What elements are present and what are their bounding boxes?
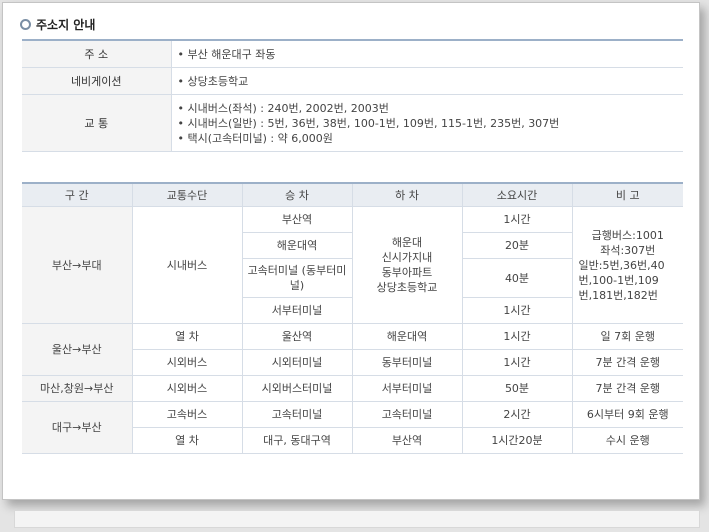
route-boarding: 시외터미널 (241, 349, 353, 376)
section-title: 주소지 안내 (36, 17, 96, 32)
route-means: 시외버스 (132, 349, 243, 376)
info-value: • 상당초등학교 (177, 74, 249, 88)
info-value: • 부산 해운대구 좌동 (177, 47, 276, 61)
info-value: • 택시(고속터미널) : 약 6,000원 (177, 131, 333, 145)
route-time: 2시간 (461, 401, 573, 428)
route-means: 고속버스 (131, 401, 243, 428)
route-boarding: 대구, 동대구역 (241, 427, 353, 454)
route-destination: 서부터미널 (351, 375, 463, 402)
destination-line: 상당초등학교 (376, 281, 438, 294)
info-label: 주 소 (22, 40, 172, 68)
info-row-address: 주 소 • 부산 해운대구 좌동 (22, 40, 683, 68)
column-header: 구 간 (22, 183, 133, 207)
column-header: 교통수단 (131, 183, 243, 207)
info-value: • 시내버스(좌석) : 240번, 2002번, 2003번 (177, 101, 389, 115)
route-note: 6시부터 9회 운행 (571, 401, 683, 428)
column-header: 소요시간 (461, 183, 573, 207)
table-row: 울산→부산 열 차 울산역 해운대역 1시간 일 7회 운행 (22, 323, 683, 376)
route-means: 시외버스 (131, 375, 243, 402)
content-frame: 주소지 안내 주 소 • 부산 해운대구 좌동 네비게이션 • 상당초등학교 교… (2, 2, 700, 500)
route-destination: 부산역 (351, 427, 463, 454)
note-line: 일반:5번,36번,40번,100-1번,109번,181번,182번 (578, 258, 665, 302)
route-section: 대구→부산 (22, 401, 133, 454)
route-note: 일 7회 운행 (571, 323, 683, 350)
route-destination: 고속터미널 (351, 401, 463, 428)
destination-line: 신시가지내 (381, 251, 433, 264)
table-row: 부산→부대 시내버스 부산역 해운대 신시가지내 동부아파트 상당초등학교 1시… (22, 206, 683, 324)
bullet-circle-icon (20, 18, 31, 30)
destination-line: 해운대 (391, 236, 423, 249)
route-boarding: 부산역 (241, 206, 353, 233)
column-header: 하 차 (351, 183, 463, 207)
route-section: 울산→부산 (22, 323, 133, 376)
route-time: 1시간20분 (461, 427, 573, 454)
route-note: 급행버스:1001 좌석:307번 일반:5번,36번,40번,100-1번,1… (571, 206, 683, 324)
route-boarding: 울산역 (241, 323, 353, 350)
table-row: 대구→부산 고속버스 고속터미널 고속터미널 2시간 6시부터 9회 운행 (22, 401, 683, 454)
info-value: • 시내버스(일반) : 5번, 36번, 38번, 100-1번, 109번,… (177, 116, 560, 130)
info-row-navigation: 네비게이션 • 상당초등학교 (22, 67, 683, 95)
column-header: 비 고 (571, 183, 683, 207)
route-header-row: 구 간 교통수단 승 차 하 차 소요시간 비 고 (22, 183, 683, 207)
table-row: 마산,창원→부산 시외버스 시외버스터미널 서부터미널 50분 7분 간격 운행 (22, 375, 683, 402)
bottom-panel (14, 510, 700, 528)
route-note: 7분 간격 운행 (571, 375, 683, 402)
route-section: 마산,창원→부산 (22, 375, 133, 402)
route-destination: 해운대 신시가지내 동부아파트 상당초등학교 (351, 206, 463, 324)
address-info-table: 주 소 • 부산 해운대구 좌동 네비게이션 • 상당초등학교 교 통 • 시내… (22, 39, 683, 152)
route-means: 시내버스 (131, 206, 243, 324)
route-boarding: 시외버스터미널 (241, 375, 353, 402)
route-time: 1시간 (461, 323, 573, 350)
info-label: 네비게이션 (22, 67, 172, 95)
route-note: 수시 운행 (571, 427, 683, 454)
route-boarding: 고속터미널 (241, 401, 353, 428)
route-note: 7분 간격 운행 (571, 349, 683, 376)
column-header: 승 차 (241, 183, 353, 207)
route-time: 1시간 (461, 297, 572, 324)
route-boarding: 해운대역 (242, 232, 353, 259)
route-time: 50분 (461, 375, 573, 402)
route-section: 부산→부대 (22, 206, 133, 324)
info-row-transport: 교 통 • 시내버스(좌석) : 240번, 2002번, 2003번 • 시내… (22, 94, 683, 152)
route-destination: 동부터미널 (351, 349, 463, 376)
note-line: 급행버스:1001 (591, 228, 664, 242)
route-means: 열 차 (131, 323, 243, 350)
route-time: 20분 (461, 232, 572, 259)
route-time: 1시간 (461, 349, 573, 376)
route-boarding: 서부터미널 (242, 297, 353, 324)
note-line: 좌석:307번 (600, 243, 656, 257)
route-destination: 해운대역 (351, 323, 463, 350)
route-table: 구 간 교통수단 승 차 하 차 소요시간 비 고 부산→부대 시내버스 부산역… (22, 182, 683, 454)
route-time: 1시간 (461, 206, 573, 233)
section-header: 주소지 안내 (20, 15, 95, 33)
route-means: 열 차 (132, 427, 243, 454)
destination-line: 동부아파트 (381, 266, 433, 279)
route-boarding: 고속터미널 (동부터미널) (242, 258, 353, 298)
info-label: 교 통 (22, 94, 172, 152)
route-time: 40분 (461, 258, 572, 298)
